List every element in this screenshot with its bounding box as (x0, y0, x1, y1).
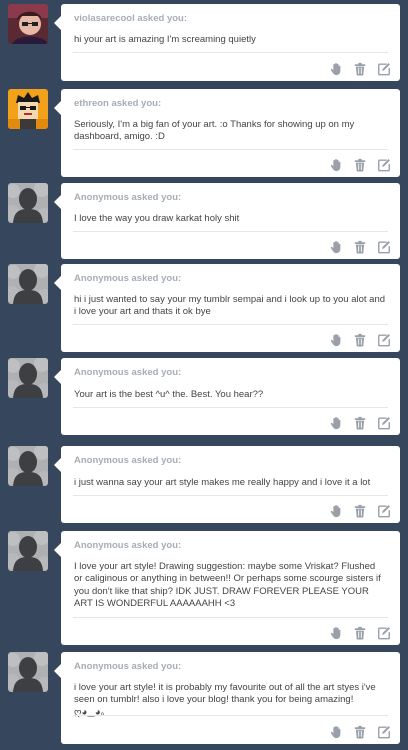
delete-trash-icon[interactable] (352, 62, 367, 77)
answer-hand-icon[interactable] (328, 416, 343, 431)
divider (73, 495, 388, 496)
ask-message: Your art is the best ^u^ the. Best. You … (74, 389, 264, 400)
delete-trash-icon[interactable] (352, 626, 367, 641)
answer-hand-icon[interactable] (328, 333, 343, 348)
answer-hand-icon[interactable] (328, 62, 343, 77)
divider (73, 52, 388, 53)
asker-name: Anonymous asked you: (74, 661, 182, 672)
ask-actions (328, 238, 391, 256)
ask-message: i just wanna say your art style makes me… (74, 477, 371, 488)
ask-message: I love the way you draw karkat holy shit (74, 213, 240, 224)
delete-trash-icon[interactable] (352, 333, 367, 348)
ask-actions (328, 624, 391, 642)
answer-hand-icon[interactable] (328, 626, 343, 641)
edit-pencil-icon[interactable] (376, 158, 391, 173)
delete-trash-icon[interactable] (352, 240, 367, 255)
delete-trash-icon[interactable] (352, 416, 367, 431)
edit-pencil-icon[interactable] (376, 333, 391, 348)
ask-message: hi your art is amazing I'm screaming qui… (74, 34, 256, 45)
asker-name: Anonymous asked you: (74, 273, 182, 284)
asker-name: Anonymous asked you: (74, 192, 182, 203)
ask-message: hi i just wanted to say your my tumblr s… (74, 294, 386, 318)
photo-avatar[interactable] (8, 4, 48, 44)
answer-hand-icon[interactable] (328, 240, 343, 255)
ask-card: Anonymous asked you: I love your art sty… (54, 531, 400, 645)
answer-hand-icon[interactable] (328, 158, 343, 173)
edit-pencil-icon[interactable] (376, 725, 391, 740)
ask-message: i love your art style! it is probably my… (74, 682, 376, 718)
asker-name: Anonymous asked you: (74, 455, 182, 466)
ask-actions (328, 156, 391, 174)
ask-actions (328, 502, 391, 520)
delete-trash-icon[interactable] (352, 158, 367, 173)
ask-card: Anonymous asked you: i love your art sty… (54, 652, 400, 744)
delete-trash-icon[interactable] (352, 504, 367, 519)
ask-card: violasarecool asked you: hi your art is … (54, 4, 400, 81)
ask-actions (328, 723, 391, 741)
ask-card: ethreon asked you: Seriously, I'm a big … (54, 89, 400, 177)
ask-card: Anonymous asked you: hi i just wanted to… (54, 264, 400, 352)
divider (73, 715, 388, 716)
anonymous-avatar (8, 358, 48, 398)
edit-pencil-icon[interactable] (376, 240, 391, 255)
ask-card: Anonymous asked you: Your art is the bes… (54, 358, 400, 435)
anonymous-avatar (8, 264, 48, 304)
ask-message: I love your art style! Drawing suggestio… (74, 561, 381, 609)
asker-name[interactable]: ethreon asked you: (74, 98, 161, 109)
pixel-avatar[interactable] (8, 89, 48, 129)
divider (73, 324, 388, 325)
divider (73, 231, 388, 232)
divider (73, 149, 388, 150)
ask-actions (328, 331, 391, 349)
ask-actions (328, 414, 391, 432)
anonymous-avatar (8, 183, 48, 223)
asker-name: Anonymous asked you: (74, 367, 182, 378)
divider (73, 407, 388, 408)
answer-hand-icon[interactable] (328, 504, 343, 519)
edit-pencil-icon[interactable] (376, 626, 391, 641)
ask-actions (328, 60, 391, 78)
ask-message: Seriously, I'm a big fan of your art. :o… (74, 119, 355, 143)
anonymous-avatar (8, 652, 48, 692)
edit-pencil-icon[interactable] (376, 504, 391, 519)
anonymous-avatar (8, 531, 48, 571)
ask-card: Anonymous asked you: i just wanna say yo… (54, 446, 400, 523)
asker-name[interactable]: violasarecool asked you: (74, 13, 187, 24)
anonymous-avatar (8, 446, 48, 486)
edit-pencil-icon[interactable] (376, 62, 391, 77)
answer-hand-icon[interactable] (328, 725, 343, 740)
asker-name: Anonymous asked you: (74, 540, 182, 551)
ask-card: Anonymous asked you: I love the way you … (54, 183, 400, 259)
divider (73, 617, 388, 618)
edit-pencil-icon[interactable] (376, 416, 391, 431)
delete-trash-icon[interactable] (352, 725, 367, 740)
